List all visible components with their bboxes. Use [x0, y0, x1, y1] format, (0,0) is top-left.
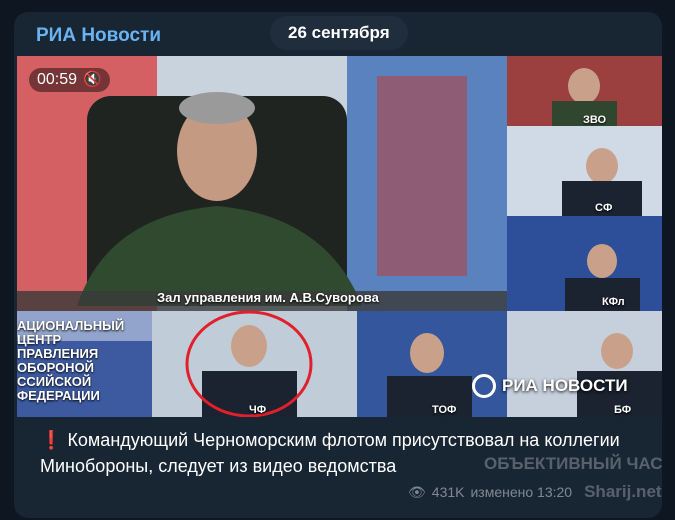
message-meta: 👁 431K изменено 13:20 Sharij.net [408, 482, 662, 502]
fleet-label-bf: БФ [614, 404, 632, 416]
exclamation-icon: ❗ [40, 430, 63, 450]
edited-time: изменено 13:20 [470, 484, 573, 500]
fleet-label-zvo: ЗВО [583, 114, 607, 126]
fleet-label-sf: СФ [595, 202, 613, 214]
message-card: РИА Новости 26 сентября 00:59 🔇 Зал упра… [14, 12, 662, 518]
eye-icon: 👁 [408, 483, 426, 500]
fleet-label-tof: ТОФ [432, 404, 457, 416]
video-timer: 00:59 🔇 [29, 68, 110, 92]
fleet-label-chf: ЧФ [249, 404, 267, 416]
channel-name[interactable]: РИА Новости [36, 25, 161, 47]
muted-speaker-icon[interactable]: 🔇 [83, 68, 102, 92]
ria-logo-icon [472, 374, 496, 398]
video-player[interactable]: 00:59 🔇 Зал управления им. А.В.Суворова … [17, 56, 662, 417]
views-count: 431K [431, 484, 465, 500]
screen-banner-text: АЦИОНАЛЬНЫЙ ЦЕНТР ПРАВЛЕНИЯ ОБОРОНОЙ ССИ… [17, 318, 125, 403]
watermark-line2: Sharij.net [584, 482, 662, 501]
watermark-line1: ОБЪЕКТИВНЫЙ ЧАСТНЫЙ [484, 454, 662, 473]
fleet-label-kfl: КФл [602, 296, 625, 308]
hall-caption: Зал управления им. А.В.Суворова [157, 290, 379, 305]
date-badge: 26 сентября [270, 16, 408, 50]
ria-logo: РИА НОВОСТИ [472, 374, 628, 398]
